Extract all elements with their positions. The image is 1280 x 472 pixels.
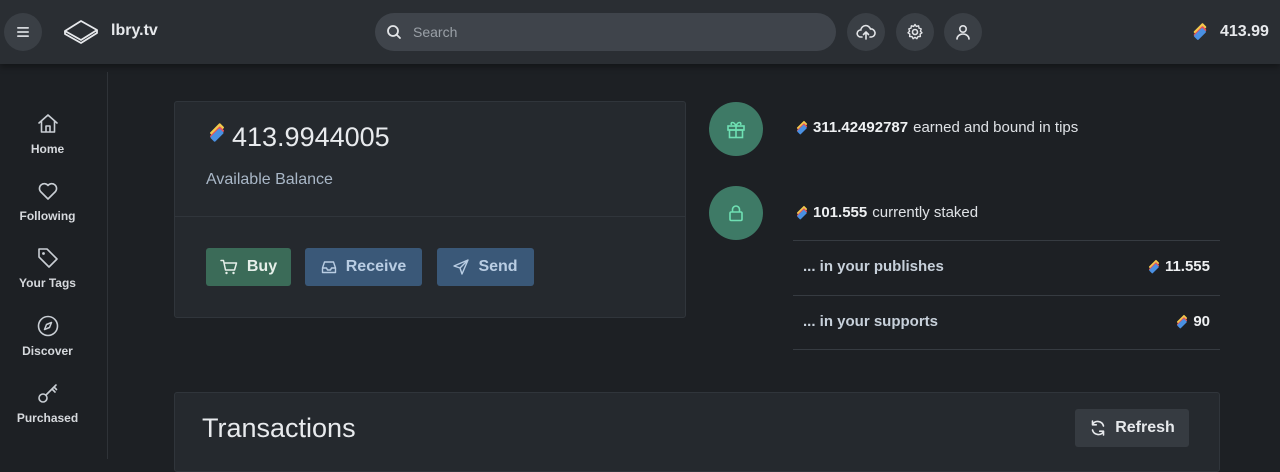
sidebar-item-label: Home (30, 142, 65, 156)
staked-stat: 101.555 currently staked (794, 204, 978, 221)
user-icon (956, 24, 970, 40)
supports-label: ... in your supports (803, 313, 939, 330)
hamburger-icon (17, 27, 29, 37)
sidebar-item-label: Your Tags (19, 276, 76, 290)
supports-value-wrap: 90 (1174, 313, 1210, 330)
key-icon (37, 384, 57, 403)
refresh-label: Refresh (1115, 419, 1175, 436)
gear-icon (907, 23, 923, 40)
lbry-logo-icon[interactable] (62, 18, 100, 46)
tips-amount: 311.42492787 (813, 119, 909, 136)
tag-icon (37, 248, 58, 268)
cart-icon (220, 259, 238, 275)
search-bar[interactable] (375, 13, 836, 51)
brand-name[interactable]: lbry.tv (111, 22, 158, 40)
search-icon (387, 25, 401, 39)
upload-button[interactable] (847, 13, 885, 51)
buy-button[interactable]: Buy (206, 248, 291, 286)
sidebar-item-discover[interactable]: Discover (0, 314, 95, 374)
transactions-card: Transactions Refresh (174, 392, 1220, 472)
lbc-credit-icon (796, 205, 808, 219)
sidebar-item-label: Following (19, 209, 76, 223)
menu-button[interactable] (4, 13, 42, 51)
sidebar-item-label: Purchased (16, 411, 79, 425)
publishes-value-wrap: 11.555 (1146, 258, 1210, 275)
sidebar-item-following[interactable]: Following (0, 179, 95, 239)
send-label: Send (478, 258, 518, 275)
gift-icon (727, 121, 745, 139)
search-input[interactable] (413, 13, 823, 51)
available-balance: 413.9944005 (206, 122, 390, 153)
sidebar-item-label: Discover (22, 344, 73, 358)
heart-icon (38, 182, 57, 200)
sidebar: Home Following Your Tags Discover Purcha… (0, 72, 108, 459)
lbc-credit-icon (1148, 259, 1159, 273)
receive-label: Receive (345, 258, 407, 275)
buy-label: Buy (246, 258, 278, 275)
receive-button[interactable]: Receive (305, 248, 422, 286)
staked-amount: 101.555 (813, 204, 868, 221)
inbox-icon (321, 261, 336, 274)
sidebar-item-your-tags[interactable]: Your Tags (0, 246, 95, 306)
compass-icon (37, 315, 58, 337)
tips-stat: 311.42492787 earned and bound in tips (794, 119, 1078, 136)
lbc-credit-icon (210, 122, 224, 142)
publishes-value: 11.555 (1164, 258, 1210, 275)
card-divider (175, 216, 685, 217)
transactions-title: Transactions (202, 413, 356, 443)
sidebar-item-home[interactable]: Home (0, 112, 95, 172)
balance-label: Available Balance (206, 171, 333, 188)
balance-card: 413.9944005 Available Balance Buy Receiv… (174, 101, 686, 318)
lbc-credit-icon (1193, 23, 1207, 40)
balance-amount: 413.9944005 (232, 122, 390, 152)
staked-badge (709, 186, 763, 240)
settings-button[interactable] (896, 13, 934, 51)
tips-badge (709, 102, 763, 156)
supports-value: 90 (1193, 313, 1210, 330)
staked-text: currently staked (872, 204, 979, 221)
header-balance-amount: 413.99 (1220, 23, 1269, 40)
send-icon (453, 259, 470, 275)
refresh-button[interactable]: Refresh (1075, 409, 1189, 447)
sidebar-item-purchased[interactable]: Purchased (0, 381, 95, 441)
lbc-credit-icon (796, 120, 808, 134)
lbc-credit-icon (1177, 314, 1188, 328)
refresh-icon (1091, 420, 1105, 436)
publishes-row: ... in your publishes 11.555 (793, 240, 1220, 295)
header-balance[interactable]: 413.99 (1190, 22, 1269, 42)
cloud-upload-icon (856, 24, 876, 40)
top-header: lbry.tv 413.99 (0, 0, 1280, 64)
send-button[interactable]: Send (437, 248, 534, 286)
account-button[interactable] (944, 13, 982, 51)
supports-row: ... in your supports 90 (793, 295, 1220, 350)
publishes-label: ... in your publishes (803, 258, 944, 275)
lock-icon (729, 205, 743, 222)
tips-text: earned and bound in tips (913, 119, 1079, 136)
home-icon (37, 114, 58, 133)
